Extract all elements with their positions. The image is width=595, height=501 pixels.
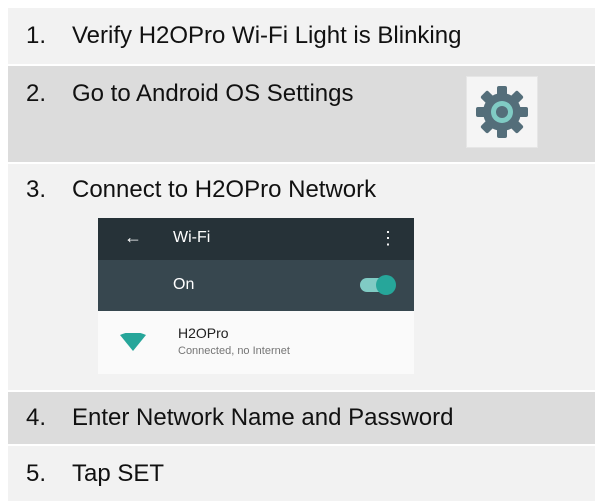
step-3: 3. Connect to H2OPro Network	[26, 176, 376, 204]
step-text: Verify H2OPro Wi-Fi Light is Blinking	[72, 22, 462, 49]
back-arrow-icon[interactable]: ←	[124, 227, 142, 248]
step-2: 2. Go to Android OS Settings	[26, 80, 354, 108]
step-row-4: 4. Enter Network Name and Password	[8, 392, 595, 444]
step-row-1: 1. Verify H2OPro Wi-Fi Light is Blinking	[8, 8, 595, 64]
wifi-toggle-bar[interactable]: On	[98, 260, 414, 311]
step-text: Tap SET	[72, 460, 165, 487]
step-number: 3.	[26, 176, 47, 203]
network-ssid: H2OPro	[178, 325, 229, 341]
step-row-2: 2. Go to Android OS Settings	[8, 66, 595, 162]
wifi-title: Wi-Fi	[173, 229, 211, 246]
network-list-item[interactable]: H2OPro Connected, no Internet	[98, 311, 414, 374]
step-text: Connect to H2OPro Network	[72, 176, 377, 203]
wifi-settings-screenshot: ← Wi-Fi ⋮ On H2OPro Connected, no Intern…	[98, 218, 414, 374]
network-status: Connected, no Internet	[178, 345, 290, 357]
step-5: 5. Tap SET	[26, 460, 164, 488]
overflow-menu-icon[interactable]: ⋮	[379, 228, 397, 249]
wifi-app-bar: ← Wi-Fi ⋮	[98, 218, 414, 260]
step-number: 5.	[26, 460, 47, 487]
step-number: 2.	[26, 80, 47, 107]
step-text: Enter Network Name and Password	[72, 404, 454, 431]
step-number: 4.	[26, 404, 47, 431]
step-row-3: 3. Connect to H2OPro Network ← Wi-Fi ⋮ On…	[8, 164, 595, 390]
settings-gear-icon	[476, 86, 528, 138]
settings-app-icon[interactable]	[466, 76, 538, 148]
step-row-5: 5. Tap SET	[8, 446, 595, 501]
wifi-toggle-label: On	[173, 276, 195, 293]
step-4: 4. Enter Network Name and Password	[26, 404, 454, 432]
step-number: 1.	[26, 22, 47, 49]
wifi-signal-icon	[120, 333, 146, 351]
step-1: 1. Verify H2OPro Wi-Fi Light is Blinking	[26, 22, 461, 50]
step-text: Go to Android OS Settings	[72, 80, 354, 107]
wifi-toggle-thumb[interactable]	[376, 275, 396, 295]
